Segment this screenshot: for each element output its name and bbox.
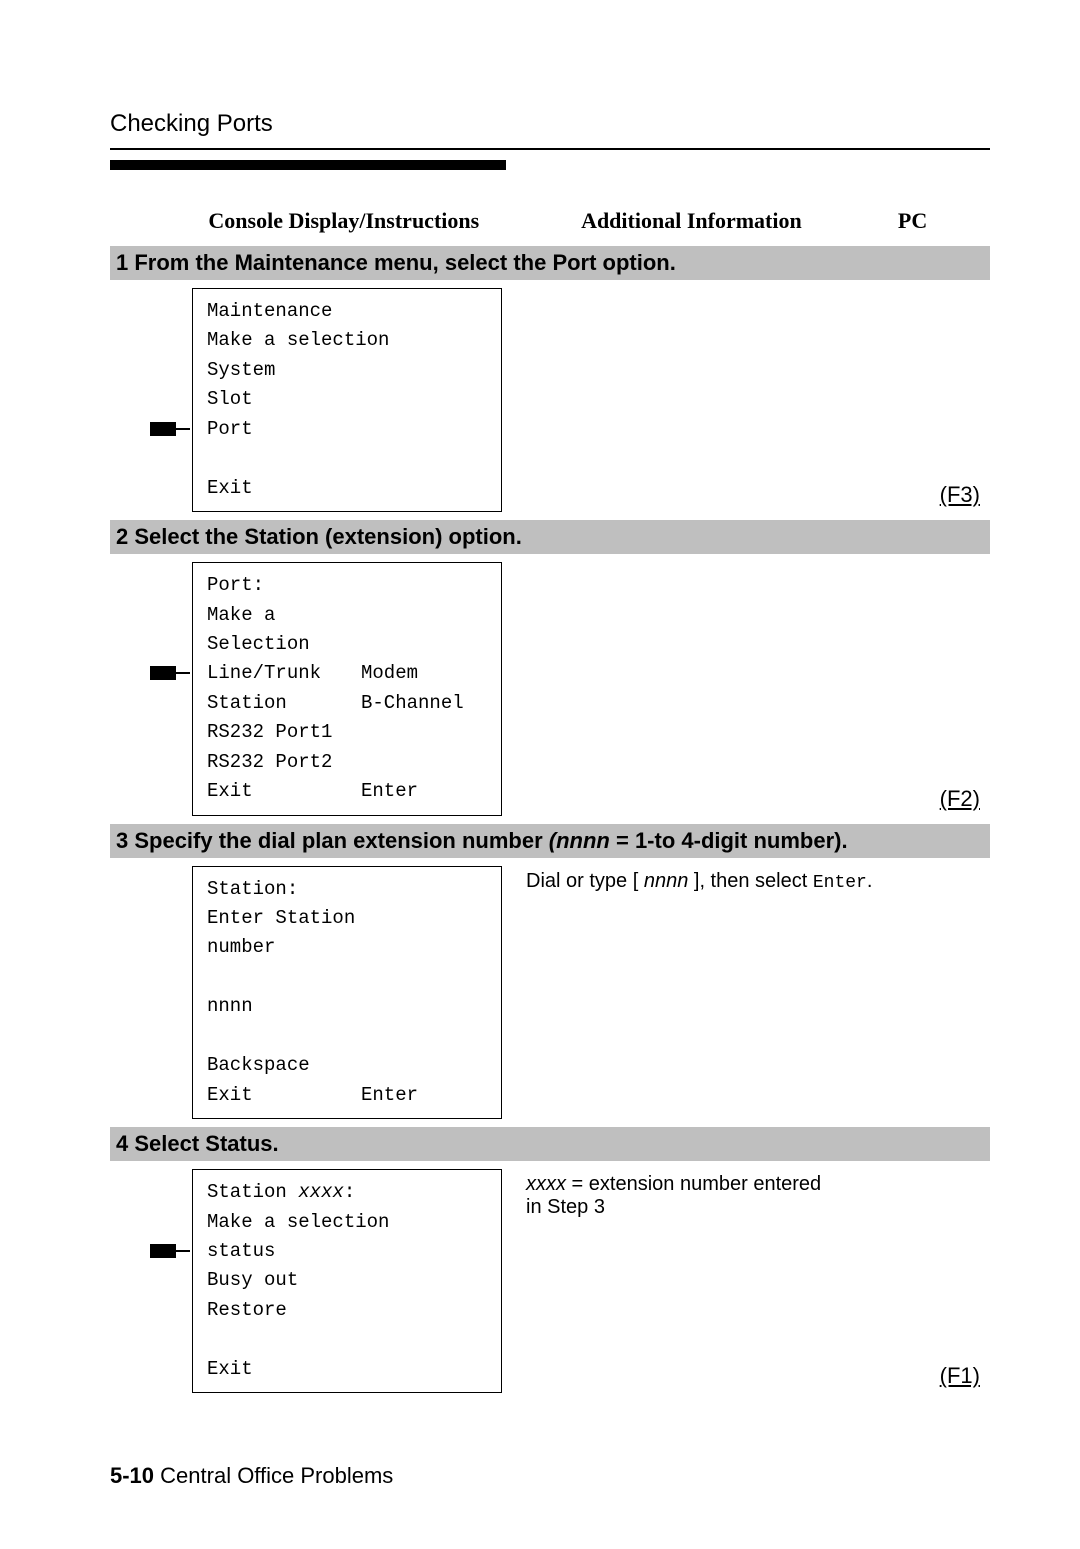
console-box: Port:Make a SelectionLine/TrunkModemStat… [192,562,502,816]
console-cell: Exit [207,1081,361,1110]
console-row [207,963,487,992]
step-bar: 1 From the Maintenance menu, select the … [110,246,990,280]
console-line: Exit [207,474,487,503]
console-row: Enter Station number [207,904,487,963]
console-cell [361,718,487,747]
console-cell [361,601,487,660]
console-cell: Enter [361,777,487,806]
console-row: Make a Selection [207,601,487,660]
step-bar: 3 Specify the dial plan extension number… [110,824,990,858]
console-cell: B-Channel [361,689,487,718]
page-heading: Checking Ports [110,110,990,138]
pointer-column [150,562,192,816]
console-line: Make a selection [207,1208,487,1237]
console-row: Station: [207,875,487,904]
console-row: ExitEnter [207,1081,487,1110]
additional-info: xxxx = extension number enteredin Step 3 [526,1169,990,1219]
info-column: (F3) [502,288,990,512]
info-column: xxxx = extension number enteredin Step 3… [502,1169,990,1393]
console-box: Station xxxx:Make a selectionstatusBusy … [192,1169,502,1393]
step-body: Station:Enter Station number nnnn Backspac… [110,866,990,1120]
console-cell: RS232 Port1 [207,718,361,747]
console-line: Slot [207,385,487,414]
additional-info [526,562,990,566]
console-row [207,1022,487,1051]
console-row: StationB-Channel [207,689,487,718]
console-line: Restore [207,1296,487,1325]
console-line: Busy out [207,1266,487,1295]
console-cell [361,904,487,963]
console-cell: Enter [361,1081,487,1110]
console-cell [361,875,487,904]
console-line: status [207,1237,487,1266]
console-row: RS232 Port2 [207,748,487,777]
pc-key-link[interactable]: (F1) [940,1363,990,1393]
pointer-icon [150,1244,190,1258]
pointer-column [150,866,192,1120]
console-line: Station xxxx: [207,1178,487,1207]
col-header-right: PC [865,208,960,234]
col-header-mid: Additional Information [518,208,866,234]
step-body: Station xxxx:Make a selectionstatusBusy … [110,1169,990,1393]
console-line: System [207,356,487,385]
console-cell [361,571,487,600]
console-row: nnnn [207,992,487,1021]
console-box: MaintenanceMake a selectionSystemSlotPor… [192,288,502,512]
additional-info: Dial or type [ nnnn ], then select Enter… [526,866,990,893]
console-row: ExitEnter [207,777,487,806]
step-bar: 4 Select Status. [110,1127,990,1161]
footer-section-title: Central Office Problems [154,1463,393,1488]
console-box: Station:Enter Station number nnnn Backspac… [192,866,502,1120]
console-line [207,1325,487,1354]
console-cell: nnnn [207,992,361,1021]
additional-info [526,288,990,292]
console-cell: Backspace [207,1051,361,1080]
step-bar: 2 Select the Station (extension) option. [110,520,990,554]
console-cell [361,992,487,1021]
console-cell: Station [207,689,361,718]
console-cell: Exit [207,777,361,806]
console-cell: RS232 Port2 [207,748,361,777]
info-column: Dial or type [ nnnn ], then select Enter… [502,866,990,1120]
console-line: Maintenance [207,297,487,326]
page-footer: 5-10 Central Office Problems [110,1463,990,1489]
step-body: MaintenanceMake a selectionSystemSlotPor… [110,288,990,512]
console-line [207,444,487,473]
console-row: Backspace [207,1051,487,1080]
console-cell: Station: [207,875,361,904]
pointer-icon [150,666,190,680]
console-cell [361,748,487,777]
console-cell: Enter Station number [207,904,361,963]
pointer-column [150,288,192,512]
console-row: Line/TrunkModem [207,659,487,688]
console-line: Exit [207,1355,487,1384]
console-row: RS232 Port1 [207,718,487,747]
header-bar [110,160,506,170]
rule [110,148,990,150]
pointer-icon [150,422,190,436]
step-body: Port:Make a SelectionLine/TrunkModemStat… [110,562,990,816]
footer-page-number: 5-10 [110,1463,154,1488]
console-cell: Port: [207,571,361,600]
col-header-left: Console Display/Instructions [170,208,518,234]
console-row: Port: [207,571,487,600]
console-line: Make a selection [207,326,487,355]
info-column: (F2) [502,562,990,816]
console-cell: Line/Trunk [207,659,361,688]
column-headers: Console Display/Instructions Additional … [110,208,990,242]
pc-key-link[interactable]: (F3) [940,482,990,512]
pointer-column [150,1169,192,1393]
pc-key-link[interactable]: (F2) [940,786,990,816]
console-line: Port [207,415,487,444]
console-cell: Make a Selection [207,601,361,660]
console-cell: Modem [361,659,487,688]
console-cell [361,1051,487,1080]
